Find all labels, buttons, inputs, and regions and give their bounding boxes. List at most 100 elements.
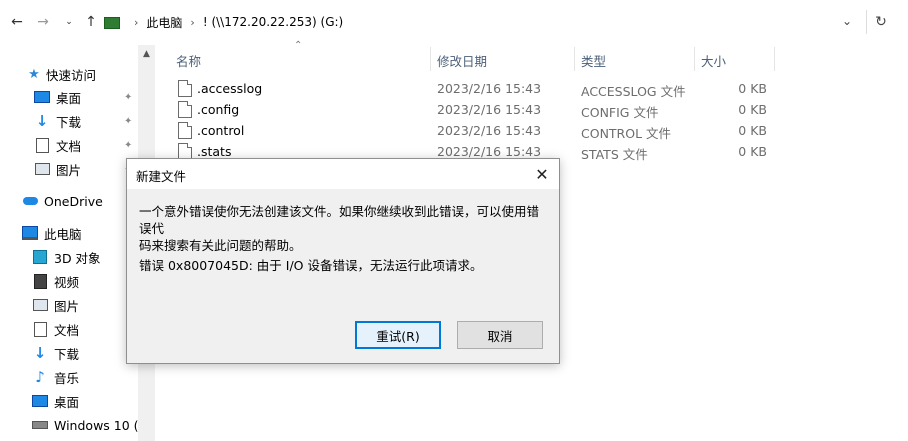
sidebar-item-downloads[interactable]: ↓ 下载	[34, 110, 81, 132]
sidebar-item-music[interactable]: ♪ 音乐	[32, 366, 79, 388]
pin-icon: ✦	[124, 92, 133, 103]
file-icon	[178, 122, 192, 139]
file-size: 0 KB	[738, 102, 767, 117]
picture-icon	[32, 297, 48, 313]
network-drive-icon	[104, 17, 120, 29]
column-header-date[interactable]: 修改日期	[437, 50, 487, 70]
document-icon	[34, 137, 50, 153]
file-type: CONTROL 文件	[581, 126, 672, 141]
column-divider[interactable]	[694, 47, 695, 71]
breadcrumb-chevron-icon: ›	[190, 15, 195, 29]
sidebar-item-videos[interactable]: 视频	[32, 270, 79, 292]
column-header-name[interactable]: 名称	[176, 50, 201, 70]
sidebar-item-onedrive[interactable]: OneDrive	[22, 190, 103, 212]
scroll-up-icon[interactable]: ▲	[138, 49, 155, 59]
forward-arrow-icon[interactable]: →	[34, 13, 52, 31]
breadcrumb-chevron-icon: ›	[134, 15, 139, 29]
file-date: 2023/2/16 15:43	[437, 144, 542, 159]
file-name: .accesslog	[197, 81, 263, 96]
sidebar-item-label: 图片	[54, 298, 80, 314]
sidebar-item-label: 视频	[54, 274, 80, 290]
sidebar-item-documents[interactable]: 文档	[34, 134, 81, 156]
file-name: .config	[197, 102, 240, 117]
file-size: 0 KB	[738, 144, 767, 159]
desktop-icon	[32, 393, 48, 409]
dialog-message: 一个意外错误使你无法创建该文件。如果你继续收到此错误，可以使用错误代 码来搜索有…	[139, 203, 551, 254]
file-name: .stats	[197, 144, 232, 159]
sidebar-item-quick-access[interactable]: ★ 快速访问	[26, 63, 96, 85]
column-divider[interactable]	[774, 47, 775, 71]
document-icon	[32, 321, 48, 337]
sidebar-item-documents-pc[interactable]: 文档	[32, 318, 79, 340]
dialog-title: 新建文件	[136, 169, 187, 184]
up-arrow-icon[interactable]: ↑	[82, 13, 100, 31]
file-row[interactable]: .control 2023/2/16 15:43 CONTROL 文件 0 KB	[170, 121, 790, 142]
sidebar-item-label: 3D 对象	[54, 250, 101, 266]
sidebar-item-label: 音乐	[54, 370, 80, 386]
music-icon: ♪	[35, 368, 45, 386]
navigation-pane: ★ 快速访问 桌面 ✦ ↓ 下载 ✦ 文档 ✦ 图片 ✦ OneDrive 此电…	[0, 45, 138, 441]
dialog-message-line: 一个意外错误使你无法创建该文件。如果你继续收到此错误，可以使用错误代	[139, 204, 540, 236]
column-divider[interactable]	[574, 47, 575, 71]
desktop-icon	[34, 89, 50, 105]
file-type: ACCESSLOG 文件	[581, 84, 686, 99]
sidebar-item-this-pc[interactable]: 此电脑	[22, 222, 82, 244]
breadcrumb-drive-g[interactable]: ! (\\172.20.22.253) (G:)	[203, 15, 343, 29]
pin-icon: ✦	[124, 116, 133, 127]
file-row[interactable]: .accesslog 2023/2/16 15:43 ACCESSLOG 文件 …	[170, 79, 790, 100]
video-icon	[32, 273, 48, 289]
file-size: 0 KB	[738, 123, 767, 138]
sidebar-item-label: 图片	[56, 162, 82, 178]
file-type: STATS 文件	[581, 147, 648, 162]
download-icon: ↓	[35, 112, 49, 130]
sidebar-item-desktop[interactable]: 桌面	[34, 86, 81, 108]
file-icon	[178, 80, 192, 97]
sidebar-item-desktop-pc[interactable]: 桌面	[32, 390, 79, 412]
sidebar-item-downloads-pc[interactable]: ↓ 下载	[32, 342, 79, 364]
file-size: 0 KB	[738, 81, 767, 96]
sidebar-item-label: 下载	[54, 346, 80, 362]
cancel-button[interactable]: 取消	[457, 321, 543, 349]
address-dropdown-icon[interactable]: ⌄	[842, 14, 852, 28]
file-row[interactable]: .config 2023/2/16 15:43 CONFIG 文件 0 KB	[170, 100, 790, 121]
address-toolbar: ← → ⌄ ↑ › 此电脑 › ! (\\172.20.22.253) (G:)…	[0, 0, 908, 45]
error-dialog: 新建文件 ✕ 一个意外错误使你无法创建该文件。如果你继续收到此错误，可以使用错误…	[126, 158, 560, 364]
star-icon: ★	[28, 66, 40, 82]
file-type: CONFIG 文件	[581, 105, 659, 120]
sidebar-item-label: Windows 10 (C	[54, 417, 138, 433]
sidebar-item-label: 桌面	[54, 394, 80, 410]
dialog-message-line: 码来搜索有关此问题的帮助。	[139, 238, 302, 253]
sidebar-item-3d-objects[interactable]: 3D 对象	[32, 246, 101, 268]
cloud-icon	[22, 193, 38, 209]
back-arrow-icon[interactable]: ←	[8, 13, 26, 31]
download-icon: ↓	[33, 344, 47, 362]
breadcrumb-this-pc[interactable]: 此电脑	[146, 14, 182, 31]
address-bar[interactable]: › 此电脑 › ! (\\172.20.22.253) (G:)	[104, 10, 866, 34]
sidebar-item-pictures-pc[interactable]: 图片	[32, 294, 79, 316]
sidebar-item-pictures[interactable]: 图片	[34, 158, 81, 180]
retry-button[interactable]: 重试(R)	[355, 321, 441, 349]
dialog-error-code: 错误 0x8007045D: 由于 I/O 设备错误，无法运行此项请求。	[139, 258, 483, 273]
sidebar-item-label: 文档	[54, 322, 80, 338]
column-header-size[interactable]: 大小	[701, 50, 726, 70]
close-icon[interactable]: ✕	[529, 163, 555, 185]
file-date: 2023/2/16 15:43	[437, 102, 542, 117]
file-date: 2023/2/16 15:43	[437, 123, 542, 138]
picture-icon	[34, 161, 50, 177]
sidebar-item-label: 桌面	[56, 90, 82, 106]
column-divider[interactable]	[430, 47, 431, 71]
file-date: 2023/2/16 15:43	[437, 81, 542, 96]
sidebar-item-label: OneDrive	[44, 193, 103, 209]
file-name: .control	[197, 123, 245, 138]
sidebar-item-label: 快速访问	[46, 67, 97, 83]
sidebar-item-label: 此电脑	[44, 226, 82, 242]
file-icon	[178, 101, 192, 118]
drive-icon	[32, 417, 48, 433]
dialog-title-bar[interactable]: 新建文件 ✕	[127, 159, 559, 189]
refresh-icon[interactable]: ↻	[866, 10, 895, 34]
column-header-type[interactable]: 类型	[581, 50, 606, 70]
sidebar-item-label: 下载	[56, 114, 82, 130]
sidebar-item-windows-drive[interactable]: Windows 10 (C	[32, 414, 138, 436]
recent-locations-chevron-icon[interactable]: ⌄	[60, 13, 78, 31]
3d-objects-icon	[32, 249, 48, 265]
